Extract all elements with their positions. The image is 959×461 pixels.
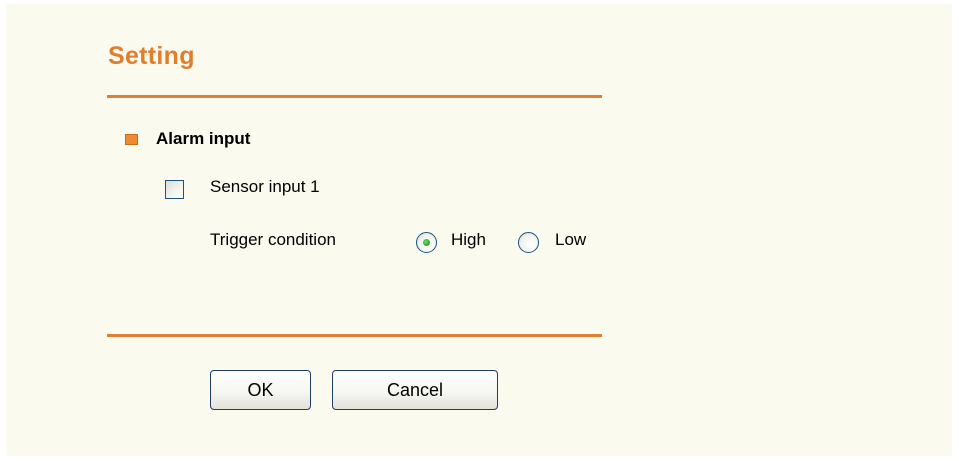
trigger-high-radio[interactable] — [416, 232, 437, 253]
ok-button[interactable]: OK — [210, 370, 311, 410]
page-title: Setting — [108, 42, 195, 70]
trigger-low-label[interactable]: Low — [555, 230, 586, 250]
section-bullet-icon — [125, 134, 138, 145]
trigger-condition-label: Trigger condition — [210, 230, 336, 249]
sensor-input-label: Sensor input 1 — [210, 177, 320, 196]
trigger-high-label[interactable]: High — [451, 230, 486, 250]
cancel-button[interactable]: Cancel — [332, 370, 498, 410]
radio-selected-dot-icon — [423, 239, 430, 246]
section-title: Alarm input — [156, 129, 251, 148]
trigger-low-radio[interactable] — [518, 232, 539, 253]
sensor-input-checkbox[interactable] — [165, 180, 184, 199]
top-divider — [107, 95, 602, 98]
bottom-divider — [107, 334, 602, 337]
